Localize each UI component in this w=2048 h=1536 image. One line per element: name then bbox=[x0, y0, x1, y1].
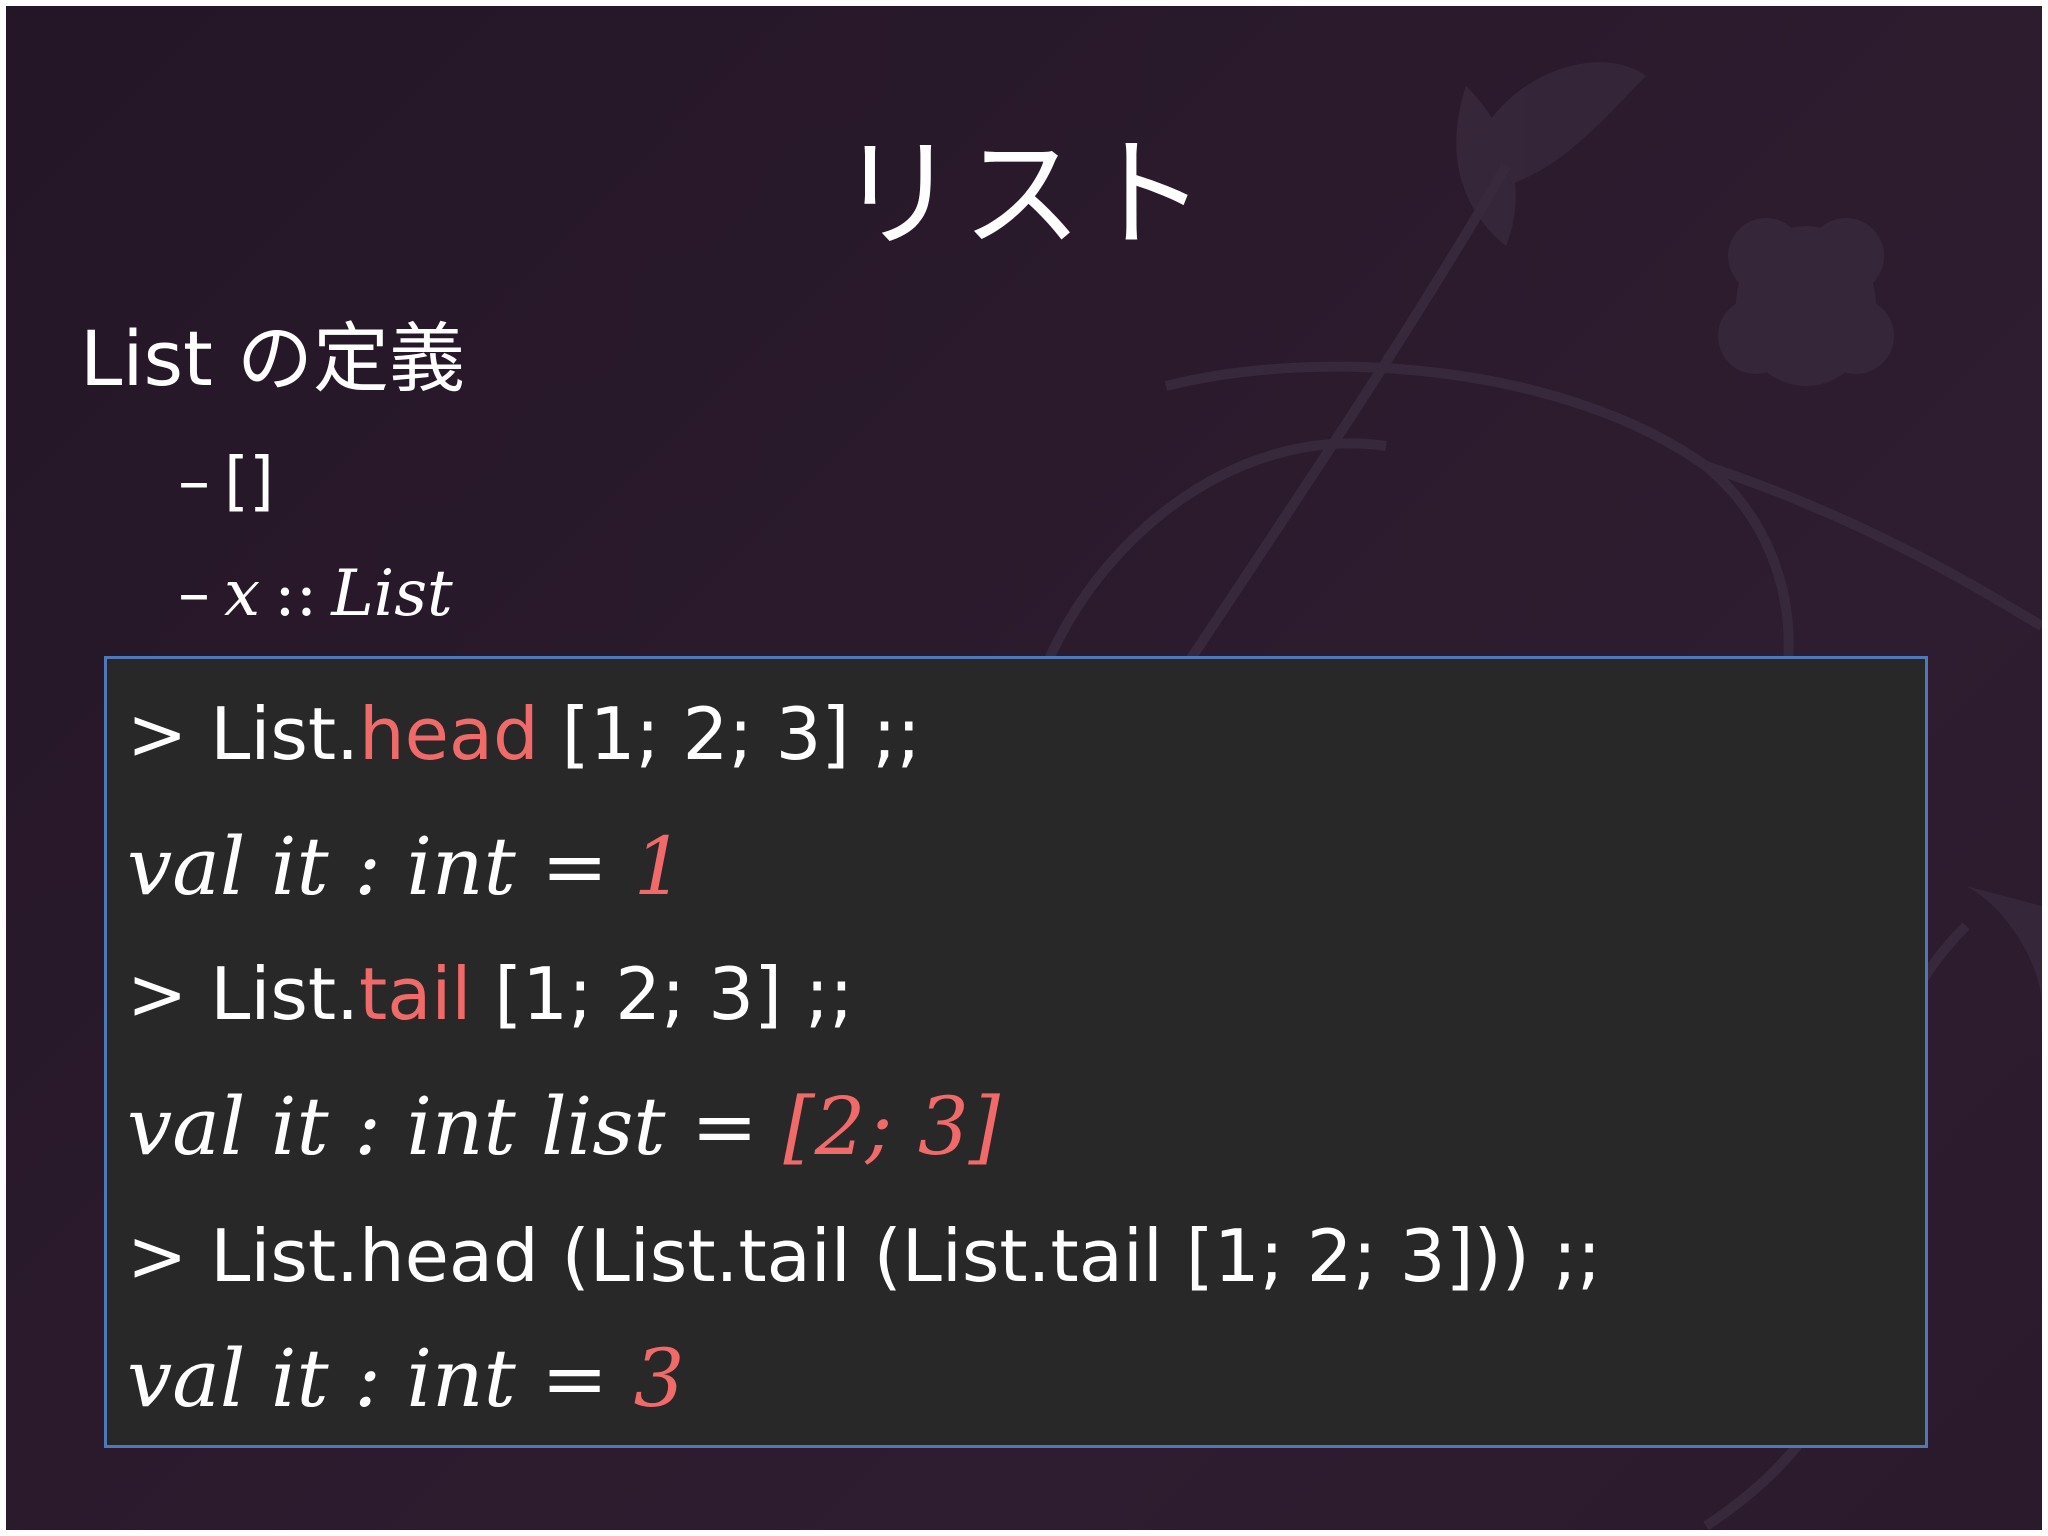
slide-title: リスト bbox=[838, 126, 1210, 265]
code-line-head-result: val it : int = 1 bbox=[127, 819, 685, 915]
code-line-nested-command: > List.head (List.tail (List.tail [1; 2;… bbox=[127, 1211, 1601, 1301]
code-line-tail-command: > List.tail [1; 2; 3] ;; bbox=[127, 949, 854, 1039]
cons-operator: :: bbox=[274, 557, 318, 631]
code-highlight: [2; 3] bbox=[783, 1080, 1001, 1173]
code-text: [1; 2; 3] ;; bbox=[538, 692, 921, 776]
code-text: [1; 2; 3] ;; bbox=[471, 952, 854, 1036]
code-line-head-command: > List.head [1; 2; 3] ;; bbox=[127, 689, 921, 779]
cons-type: List bbox=[331, 557, 453, 631]
code-text: > List. bbox=[127, 692, 359, 776]
code-text: val it : int list = bbox=[127, 1080, 784, 1173]
code-highlight: 3 bbox=[633, 1332, 685, 1425]
code-highlight: tail bbox=[358, 952, 472, 1036]
code-text: val it : int = bbox=[127, 1332, 634, 1425]
bullet-list-definition: List の定義 bbox=[80, 314, 466, 403]
cons-variable: x bbox=[224, 557, 261, 631]
code-highlight: head bbox=[358, 692, 539, 776]
empty-list-text: [] bbox=[224, 445, 274, 519]
slide: リスト List の定義 –[] – x:: List > List.head [1… bbox=[6, 6, 2042, 1530]
sub-item-dash: – bbox=[178, 557, 210, 631]
code-example-box: > List.head [1; 2; 3] ;; val it : int = … bbox=[104, 656, 1928, 1448]
code-highlight: 1 bbox=[633, 820, 685, 913]
code-text: > List. bbox=[127, 952, 359, 1036]
code-text: val it : int = bbox=[127, 820, 634, 913]
code-text: > List.head (List.tail (List.tail [1; 2;… bbox=[127, 1214, 1602, 1298]
code-line-tail-result: val it : int list = [2; 3] bbox=[127, 1079, 1000, 1175]
sub-item-cons: – x:: List bbox=[178, 554, 453, 634]
sub-item-empty-list: –[] bbox=[178, 442, 274, 522]
sub-item-dash: – bbox=[178, 445, 210, 519]
code-line-nested-result: val it : int = 3 bbox=[127, 1331, 685, 1427]
